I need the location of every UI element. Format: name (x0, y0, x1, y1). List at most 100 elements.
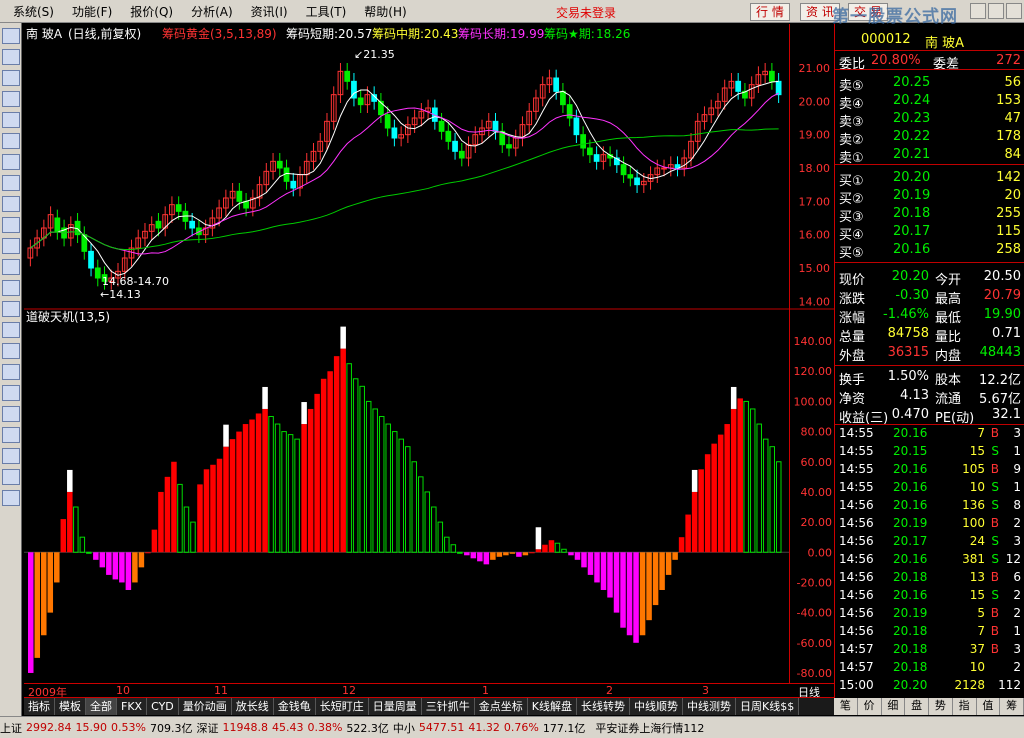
candle-body (627, 174, 634, 179)
indicator-tab[interactable]: 模板 (55, 698, 86, 715)
quote-row-stat: 总量 84758 量比 0.71 (837, 326, 1023, 345)
indicator-tab[interactable]: 日周K线$$ (735, 698, 800, 715)
list-icon[interactable] (2, 28, 20, 44)
search-icon[interactable] (2, 259, 20, 275)
indicator-bar (704, 454, 711, 553)
quote-tab[interactable]: 盘 (905, 698, 929, 715)
quote-ask-label: 卖③ (839, 115, 864, 130)
quote-stat-value2: 32.1 (992, 407, 1021, 422)
quote-tick-price: 20.18 (893, 642, 928, 656)
indicator-tab[interactable]: 金钱龟 (273, 698, 316, 715)
quote-bid-vol: 258 (996, 242, 1021, 257)
quote-stat-label2: 内盘 (935, 349, 962, 364)
menu-item-help[interactable]: 帮助(H) (355, 3, 415, 20)
app-window: 系统(S) 功能(F) 报价(Q) 分析(A) 资讯(I) 工具(T) 帮助(H… (0, 0, 1024, 738)
indicator-bar (197, 484, 203, 553)
indicator-tab[interactable]: 指标 (24, 698, 55, 715)
mail-icon[interactable] (2, 196, 20, 212)
indicator-bar (483, 552, 490, 565)
price-tick: 17.00 (799, 195, 831, 208)
table-icon[interactable] (2, 49, 20, 65)
quote-tab[interactable]: 筹 (1000, 698, 1024, 715)
quote-button[interactable]: 行 情 (750, 3, 790, 21)
move-icon[interactable] (2, 448, 20, 464)
indicator-tab[interactable]: 三针抓牛 (421, 698, 475, 715)
indicator-tab[interactable]: 量价动画 (178, 698, 232, 715)
quote-tick-vol: 13 (969, 570, 985, 584)
indicator-bar (385, 423, 391, 553)
up-arrow-icon[interactable] (2, 469, 20, 485)
rsi-icon[interactable] (2, 322, 20, 338)
quote-ask-vol: 84 (1004, 147, 1021, 162)
quote-tick-price: 20.17 (893, 534, 928, 548)
sz-amount: 522.3亿 (346, 721, 389, 735)
menu-item-system[interactable]: 系统(S) (4, 3, 63, 20)
export-icon[interactable] (2, 406, 20, 422)
indicator-bar (287, 434, 294, 553)
indicator-bar (457, 551, 463, 554)
indicator-bar (516, 552, 522, 557)
candle-body (391, 127, 398, 139)
indicator-tab[interactable]: 放长线 (231, 698, 274, 715)
indicator-bar (548, 540, 555, 553)
indicator-tab[interactable]: 中线测势 (682, 698, 736, 715)
quote-tick-vol: 7 (977, 624, 985, 638)
quote-tab[interactable]: 值 (977, 698, 1001, 715)
etf-icon[interactable] (2, 280, 20, 296)
indicator-tab[interactable]: K线解盘 (527, 698, 577, 715)
quote-tab[interactable]: 笔 (834, 698, 858, 715)
quote-bid-price: 20.18 (893, 206, 931, 221)
quote-tab[interactable]: 势 (929, 698, 953, 715)
line-chart-icon[interactable] (2, 70, 20, 86)
close-icon[interactable] (1006, 3, 1022, 19)
bar-chart-icon[interactable] (2, 91, 20, 107)
quote-tabs: 笔价细盘势指值筹 (834, 698, 1024, 715)
minimize-icon[interactable] (970, 3, 986, 19)
maximize-icon[interactable] (988, 3, 1004, 19)
indicator-tab[interactable]: 全部 (86, 698, 117, 715)
indicator-tab[interactable]: 日量周量 (368, 698, 422, 715)
indicator-tab[interactable]: 长短盯庄 (315, 698, 369, 715)
quote-row-bid: 买③ 20.18 255 (837, 206, 1023, 225)
indicator-tab[interactable]: FKX (117, 698, 148, 715)
menu-item-quote[interactable]: 报价(Q) (121, 3, 182, 20)
indicator-tab[interactable]: CYD (147, 698, 179, 715)
fx-icon[interactable] (2, 238, 20, 254)
candle-body (452, 140, 458, 152)
windows-icon[interactable] (2, 133, 20, 149)
users-icon[interactable] (2, 217, 20, 233)
grid-icon[interactable] (2, 112, 20, 128)
quote-tick-time: 14:56 (839, 624, 874, 638)
quote-row-ask: 卖④ 20.24 153 (837, 93, 1023, 112)
indicator-bar (477, 552, 483, 562)
sz-change: 45.43 (271, 721, 304, 734)
chart-area[interactable]: 南 玻A (日线,前复权) 筹码黄金(3,5,13,89) 筹码短期: 20.57 筹码中… (24, 24, 789, 684)
refresh-icon[interactable] (2, 343, 20, 359)
menu-item-tools[interactable]: 工具(T) (297, 3, 356, 20)
doc-icon[interactable] (2, 175, 20, 191)
indicator-tab[interactable]: 金点坐标 (474, 698, 528, 715)
report-icon[interactable] (2, 154, 20, 170)
quote-ask-label: 卖⑤ (839, 79, 864, 94)
dollar-icon[interactable] (2, 364, 20, 380)
indicator-tab[interactable]: 中线顺势 (629, 698, 683, 715)
indicator-bar (365, 400, 372, 553)
quote-stat-value2: 48443 (979, 345, 1021, 360)
quote-row-stat: 外盘 36315 内盘 48443 (837, 345, 1023, 364)
quote-stat-value: 4.13 (900, 388, 929, 403)
down-arrow-icon[interactable] (2, 490, 20, 506)
login-status[interactable]: 交易未登录 (556, 4, 616, 21)
pen-icon[interactable] (2, 427, 20, 443)
quote-tab[interactable]: 细 (882, 698, 906, 715)
menu-item-info[interactable]: 资讯(I) (242, 3, 297, 20)
menu-item-analysis[interactable]: 分析(A) (182, 3, 242, 20)
quote-tab[interactable]: 价 (858, 698, 882, 715)
chart-small-icon[interactable] (2, 301, 20, 317)
indicator-bar (138, 552, 145, 568)
sh-pct: 0.53% (111, 721, 146, 734)
quote-tab[interactable]: 指 (953, 698, 977, 715)
tool-icon[interactable] (2, 385, 20, 401)
indicator-bar (294, 438, 300, 553)
indicator-tab[interactable]: 长线转势 (576, 698, 630, 715)
menu-item-function[interactable]: 功能(F) (63, 3, 121, 20)
